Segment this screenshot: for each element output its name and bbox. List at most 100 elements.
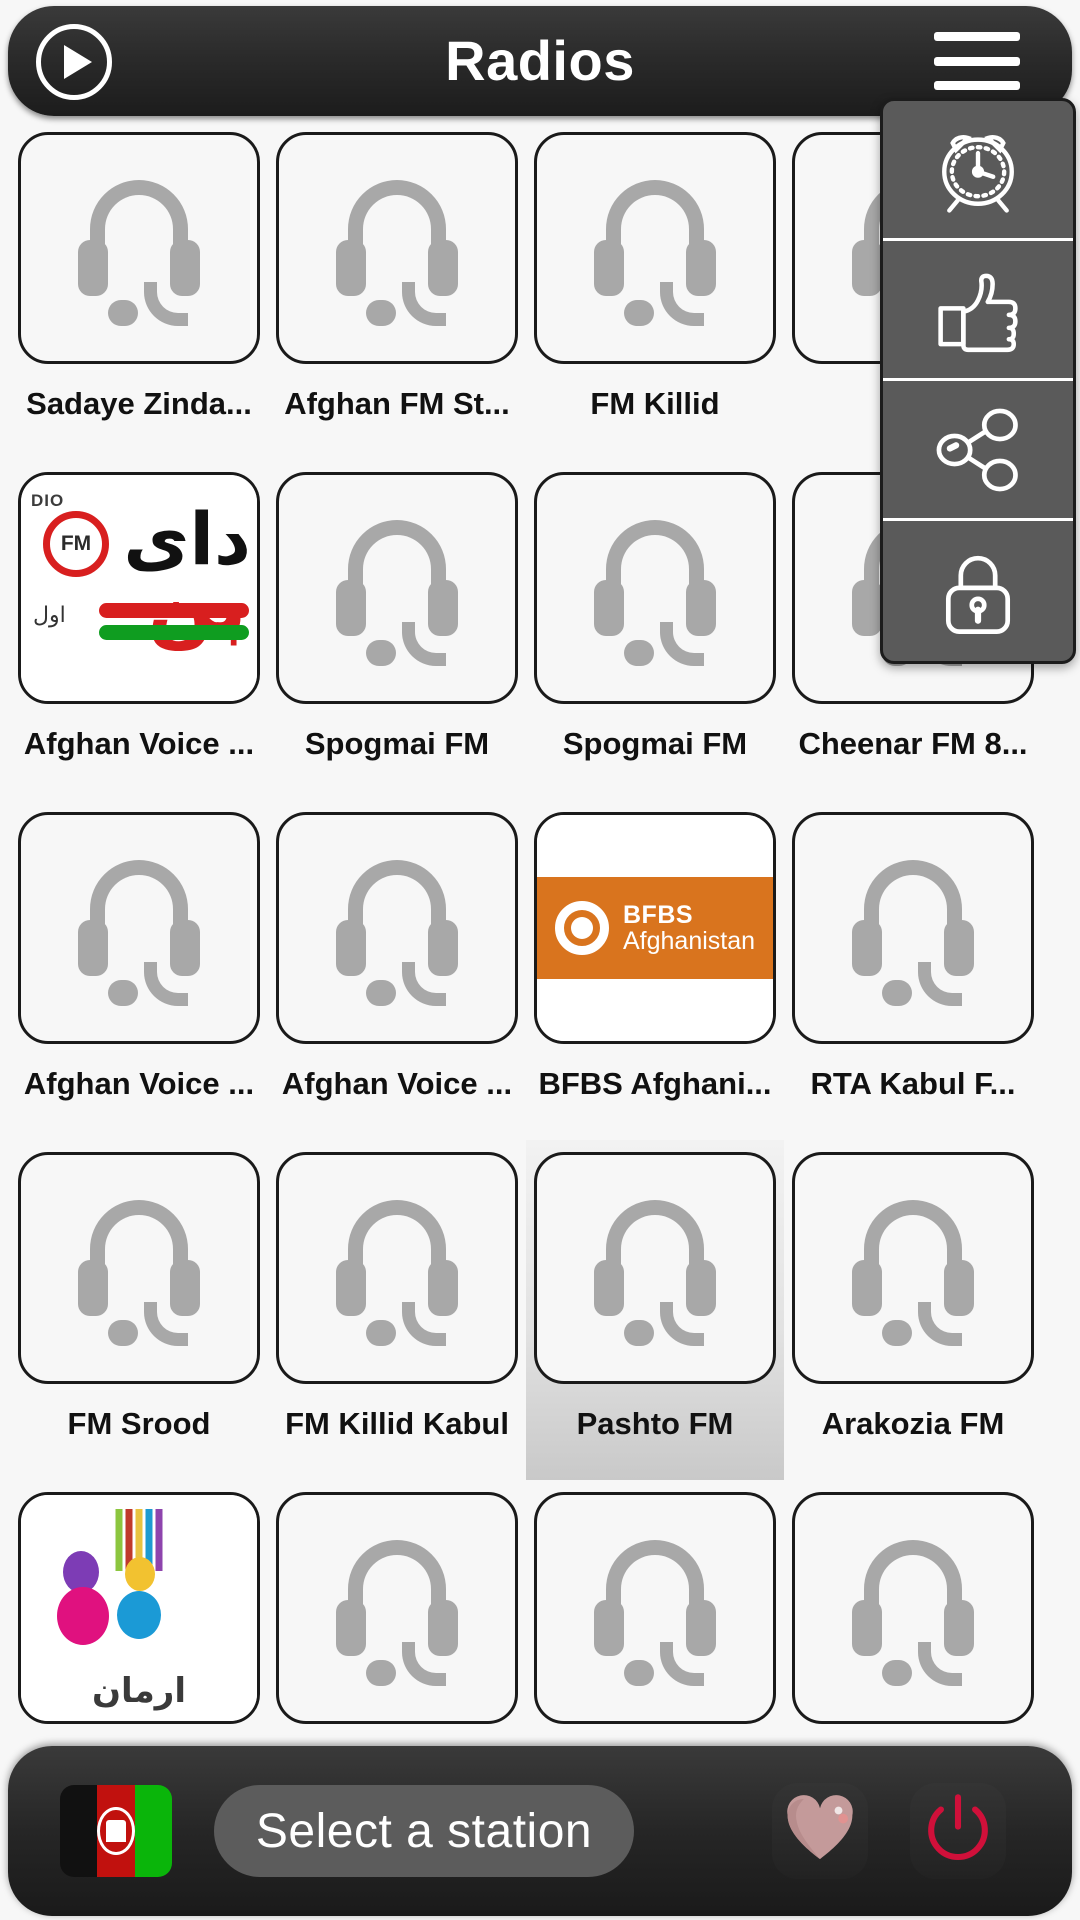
menu-bar-1 xyxy=(934,32,1020,41)
headset-boom xyxy=(144,282,188,326)
headset-earcup-left xyxy=(336,580,366,636)
hamburger-menu-icon[interactable] xyxy=(934,32,1020,90)
station-artwork[interactable] xyxy=(276,812,518,1044)
power-icon xyxy=(919,1790,997,1873)
station-row: FM Srood FM Killid Kabul Pashto FM Arakozia… xyxy=(10,1140,1070,1480)
station-cell[interactable]: Afghan FM St... xyxy=(268,120,526,460)
heart-icon xyxy=(783,1794,857,1869)
favorites-button[interactable] xyxy=(772,1783,868,1879)
headset-mic xyxy=(624,300,654,326)
headset-boom xyxy=(402,282,446,326)
avr-bar-red xyxy=(99,603,249,618)
station-cell[interactable]: FM Srood xyxy=(10,1140,268,1480)
station-label: RTA Kabul F... xyxy=(810,1066,1016,1101)
headset-mic xyxy=(108,1320,138,1346)
station-artwork[interactable] xyxy=(276,472,518,704)
bfbs-logo: BFBS Afghanistan xyxy=(537,815,773,1041)
side-menu-panel xyxy=(880,98,1076,664)
headset-mic xyxy=(108,980,138,1006)
station-artwork[interactable] xyxy=(18,812,260,1044)
headset-boom xyxy=(144,962,188,1006)
share-icon xyxy=(928,400,1028,500)
station-cell[interactable]: Sadaye Zinda... xyxy=(10,120,268,460)
station-artwork[interactable] xyxy=(534,472,776,704)
headset-placeholder-icon xyxy=(838,858,988,1006)
station-cell[interactable]: Afghan Voice ... xyxy=(268,800,526,1140)
headset-boom xyxy=(660,1642,704,1686)
headset-earcup-left xyxy=(594,580,624,636)
headset-mic xyxy=(882,1320,912,1346)
alarm-clock-icon xyxy=(924,116,1032,224)
station-cell[interactable]: Pashto FM xyxy=(526,1140,784,1480)
station-artwork[interactable] xyxy=(792,1152,1034,1384)
headset-mic xyxy=(366,640,396,666)
station-artwork[interactable] xyxy=(534,132,776,364)
station-cell[interactable]: FM Killid xyxy=(526,120,784,460)
menu-item-share-app[interactable] xyxy=(883,381,1073,521)
headset-earcup-left xyxy=(78,1260,108,1316)
headset-earcup-left xyxy=(852,580,882,636)
thumbs-up-icon xyxy=(926,258,1030,362)
station-cell[interactable]: DIOFMدایبناول Afghan Voice ... xyxy=(10,460,268,800)
headset-earcup-left xyxy=(594,240,624,296)
headset-placeholder-icon xyxy=(580,518,730,666)
station-artwork[interactable]: BFBS Afghanistan xyxy=(534,812,776,1044)
headset-boom xyxy=(918,1302,962,1346)
select-station-button[interactable]: Select a station xyxy=(214,1785,634,1877)
headset-mic xyxy=(366,980,396,1006)
station-row: Afghan Voice ... Afghan Voice ... BFBS Afgh… xyxy=(10,800,1070,1140)
headset-mic xyxy=(624,1320,654,1346)
station-artwork[interactable] xyxy=(276,1152,518,1384)
headset-placeholder-icon xyxy=(322,1538,472,1686)
avr-script-small: اول xyxy=(33,603,66,628)
menu-item-rate-app[interactable] xyxy=(883,241,1073,381)
station-artwork[interactable]: ارمان xyxy=(18,1492,260,1724)
headset-boom xyxy=(660,282,704,326)
station-cell[interactable]: RTA Kabul F... xyxy=(784,800,1042,1140)
arman-circle-pink xyxy=(57,1587,109,1645)
headset-earcup-left xyxy=(336,920,366,976)
station-artwork[interactable] xyxy=(18,132,260,364)
headset-boom xyxy=(402,622,446,666)
headset-boom xyxy=(660,622,704,666)
station-artwork[interactable]: DIOFMدایبناول xyxy=(18,472,260,704)
power-button[interactable] xyxy=(910,1783,1006,1879)
flag-stripe-black xyxy=(60,1785,98,1877)
station-artwork[interactable] xyxy=(792,1492,1034,1724)
arman-circle-yellow xyxy=(125,1557,155,1591)
station-cell[interactable]: Spogmai FM xyxy=(268,460,526,800)
station-cell[interactable]: FM Killid Kabul xyxy=(268,1140,526,1480)
headset-placeholder-icon xyxy=(64,1198,214,1346)
avr-radio-text: DIO xyxy=(31,491,65,510)
station-label: Sadaye Zinda... xyxy=(26,386,252,421)
station-artwork[interactable] xyxy=(534,1152,776,1384)
headset-earcup-left xyxy=(336,1600,366,1656)
station-label: Afghan FM St... xyxy=(284,386,510,421)
arman-circle-blue xyxy=(117,1591,161,1639)
station-cell[interactable]: BFBS Afghanistan BFBS Afghani... xyxy=(526,800,784,1140)
headset-placeholder-icon xyxy=(322,518,472,666)
bfbs-line2: Afghanistan xyxy=(623,927,756,955)
station-cell[interactable]: Afghan Voice ... xyxy=(10,800,268,1140)
headset-boom xyxy=(660,1302,704,1346)
station-artwork[interactable] xyxy=(792,812,1034,1044)
station-artwork[interactable] xyxy=(276,1492,518,1724)
avr-bar-green xyxy=(99,625,249,640)
headset-earcup-left xyxy=(852,920,882,976)
headset-mic xyxy=(882,1660,912,1686)
menu-item-privacy-lock[interactable] xyxy=(883,521,1073,661)
headset-placeholder-icon xyxy=(580,1198,730,1346)
station-cell[interactable]: Arakozia FM xyxy=(784,1140,1042,1480)
menu-item-sleep-timer[interactable] xyxy=(883,101,1073,241)
avr-fm-ring: FM xyxy=(43,511,109,577)
headset-earcup-left xyxy=(78,240,108,296)
headset-earcup-left xyxy=(594,1600,624,1656)
station-artwork[interactable] xyxy=(534,1492,776,1724)
station-artwork[interactable] xyxy=(18,1152,260,1384)
headset-mic xyxy=(366,1320,396,1346)
station-label: Pashto FM xyxy=(576,1406,734,1441)
station-artwork[interactable] xyxy=(276,132,518,364)
station-cell[interactable]: Spogmai FM xyxy=(526,460,784,800)
afghanistan-flag[interactable] xyxy=(60,1785,172,1877)
lock-icon xyxy=(928,541,1028,641)
